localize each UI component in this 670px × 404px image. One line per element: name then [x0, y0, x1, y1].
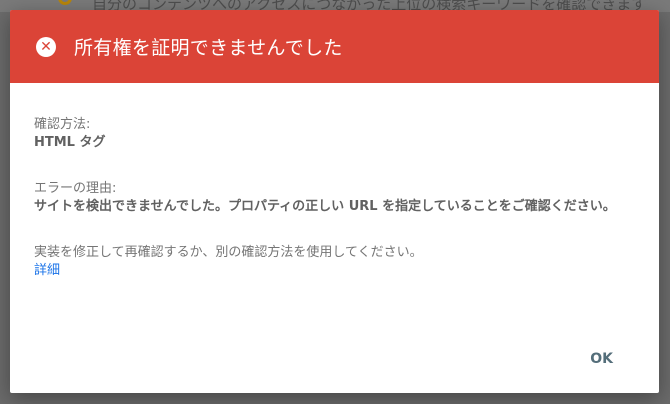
- verification-method-value: HTML タグ: [34, 135, 106, 150]
- ok-button[interactable]: OK: [580, 345, 623, 373]
- details-link[interactable]: 詳細: [34, 262, 60, 280]
- dialog-body: 確認方法: HTML タグ エラーの理由: サイトを検出できませんでした。プロパ…: [10, 83, 659, 280]
- verification-method-label: 確認方法:: [34, 117, 91, 132]
- verification-failed-dialog: ✕ 所有権を証明できませんでした 確認方法: HTML タグ エラーの理由: サ…: [10, 10, 659, 393]
- error-circle-icon: ✕: [36, 36, 56, 57]
- fix-hint-text: 実装を修正して再確認するか、別の確認方法を使用してください。: [34, 245, 423, 260]
- error-reason-label: エラーの理由:: [34, 181, 117, 196]
- verification-method-section: 確認方法: HTML タグ: [34, 116, 635, 152]
- dialog-header: ✕ 所有権を証明できませんでした: [10, 10, 659, 83]
- hint-section: 実装を修正して再確認するか、別の確認方法を使用してください。 詳細: [34, 244, 635, 280]
- search-icon: [58, 0, 72, 5]
- error-reason-value: サイトを検出できませんでした。プロパティの正しい URL を指定していることをご…: [34, 199, 616, 214]
- dialog-title: 所有権を証明できませんでした: [74, 37, 343, 59]
- error-reason-section: エラーの理由: サイトを検出できませんでした。プロパティの正しい URL を指定…: [34, 180, 635, 216]
